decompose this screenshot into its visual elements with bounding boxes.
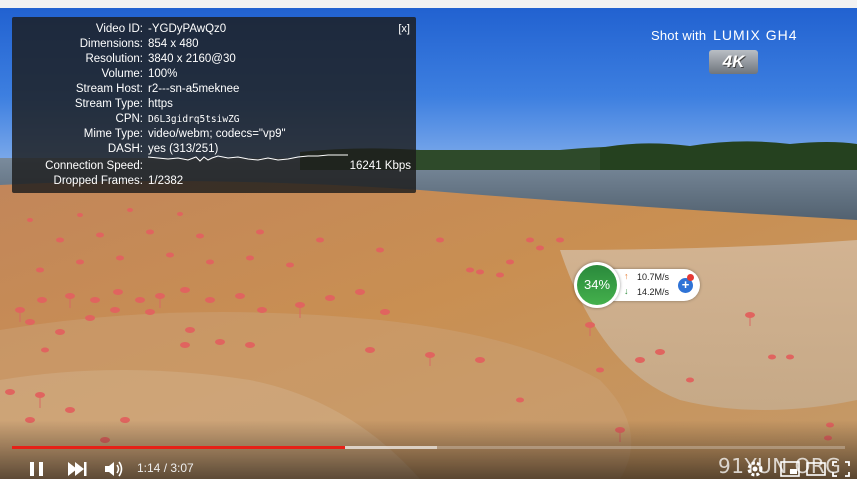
4k-badge: 4K [709,50,758,74]
stat-label: Volume: [101,68,143,80]
download-speed: 14.2M/s [637,287,670,297]
stat-label: Dropped Frames: [53,175,143,187]
stat-row-stream-host: Stream Host: r2---sn-a5meknee [12,82,416,97]
stat-row-cpn: CPN: D6L3gidrq5tsiwZG [12,112,416,127]
stat-label: Stream Type: [74,98,143,110]
stat-value: video/webm; codecs="vp9" [148,128,286,140]
camera-brand-label: Shot with LUMIX GH4 [651,27,798,43]
stat-value: 100% [148,68,178,80]
stat-value: D6L3gidrq5tsiwZG [148,114,240,125]
time-display: 1:14 / 3:07 [137,461,194,475]
played-bar [12,446,345,449]
network-speed-widget[interactable]: 34% ↑ 10.7M/s ↓ 14.2M/s + [574,262,702,308]
stat-label: Dimensions: [79,38,143,50]
stat-row-video-id: Video ID: -YGDyPAwQz0 [12,22,416,37]
usage-percent: 34% [577,265,617,305]
stat-row-volume: Volume: 100% [12,67,416,82]
upload-speed: 10.7M/s [637,272,670,282]
stat-value: 16241 Kbps [349,160,411,172]
stat-label: DASH: [107,143,143,155]
shot-with-text: Shot with [651,28,707,43]
stats-overlay: [x] Video ID: -YGDyPAwQz0 Dimensions: 85… [12,17,416,193]
stat-row-dimensions: Dimensions: 854 x 480 [12,37,416,52]
download-arrow-icon: ↓ [624,286,629,296]
stat-value: 1/2382 [148,175,184,187]
stat-label: Connection Speed: [45,160,143,172]
usage-gauge[interactable]: 34% [574,262,620,308]
stat-label: Resolution: [85,53,143,65]
pause-icon[interactable] [28,461,46,477]
current-time: 1:14 [137,461,161,475]
notification-dot [687,274,694,281]
stat-row-stream-type: Stream Type: https [12,97,416,112]
stat-label: Video ID: [95,23,143,35]
stat-value: 854 x 480 [148,38,199,50]
next-icon[interactable] [67,461,87,477]
camera-model-text: LUMIX GH4 [713,27,798,43]
progress-bar[interactable] [12,446,845,449]
volume-icon[interactable] [104,460,124,478]
stat-label: Mime Type: [83,128,143,140]
stat-row-resolution: Resolution: 3840 x 2160@30 [12,52,416,67]
stat-value: https [148,98,173,110]
stat-label: CPN: [115,113,143,125]
stat-value: 3840 x 2160@30 [148,53,236,65]
time-separator: / [160,461,171,475]
stat-row-dropped-frames: Dropped Frames: 1/2382 [12,174,416,189]
stat-value: -YGDyPAwQz0 [148,23,227,35]
stat-value: r2---sn-a5meknee [148,83,240,95]
video-player[interactable]: [x] Video ID: -YGDyPAwQz0 Dimensions: 85… [0,0,857,479]
stat-label: Stream Host: [75,83,143,95]
duration: 3:07 [170,461,194,475]
stat-row-connection-speed: Connection Speed: 16241 Kbps [12,159,416,174]
site-watermark: 91YUN.ORG [718,454,842,478]
upload-arrow-icon: ↑ [624,271,629,281]
stat-row-mime-type: Mime Type: video/webm; codecs="vp9" [12,127,416,142]
